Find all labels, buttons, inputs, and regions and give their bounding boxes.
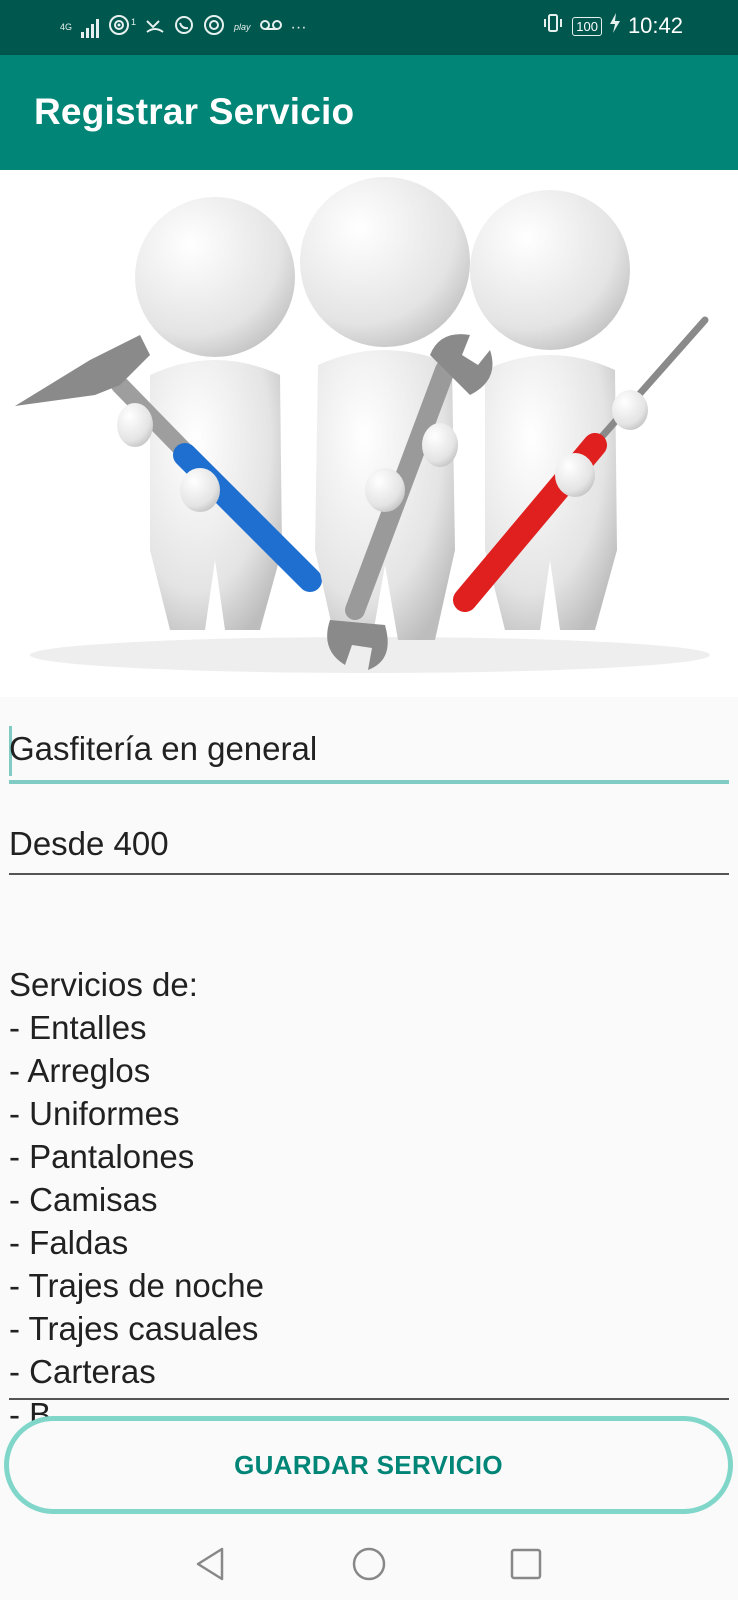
price-value: Desde 400: [9, 825, 169, 862]
service-name-input[interactable]: Gasfitería en general: [9, 730, 729, 768]
voicemail-icon: [259, 18, 282, 37]
recents-icon[interactable]: [506, 1544, 546, 1584]
page-title: Registrar Servicio: [34, 91, 355, 132]
status-left: 4G 1 play ···: [60, 14, 307, 41]
service-illustration: [0, 170, 738, 697]
description-value: Servicios de: - Entalles - Arreglos - Un…: [9, 966, 264, 1433]
system-nav-bar: [0, 1530, 738, 1600]
missed-call-icon: [145, 15, 165, 40]
notification-count: 1: [131, 17, 137, 27]
status-bar: 4G 1 play ··· 100 10:42: [0, 0, 738, 55]
clock: 10:42: [627, 13, 683, 38]
save-service-button[interactable]: GUARDAR SERVICIO: [4, 1416, 733, 1514]
signal-icon: [81, 18, 100, 38]
whatsapp-icon: [174, 15, 194, 40]
price-underline: [9, 873, 729, 875]
save-service-label: GUARDAR SERVICIO: [234, 1449, 503, 1480]
vibrate-icon: [542, 12, 564, 40]
service-name-underline-focused: [9, 780, 729, 784]
hotspot-icon: [108, 14, 130, 41]
play-icon: play: [234, 22, 251, 32]
workers-with-tools-icon: [15, 177, 710, 673]
network-type-label: 4G: [60, 22, 73, 32]
description-underline: [9, 1398, 729, 1400]
status-right: 100 10:42: [542, 12, 683, 40]
more-notifications-icon: ···: [290, 18, 307, 36]
service-name-value: Gasfitería en general: [9, 730, 318, 767]
price-input[interactable]: Desde 400: [9, 825, 729, 863]
charging-icon: [609, 13, 620, 39]
back-icon[interactable]: [192, 1544, 232, 1584]
description-input[interactable]: Servicios de: - Entalles - Arreglos - Un…: [9, 920, 729, 1479]
hotspot-icon-2: [203, 14, 225, 41]
app-bar: Registrar Servicio: [0, 55, 738, 170]
home-icon[interactable]: [349, 1544, 389, 1584]
battery-icon: 100: [572, 16, 602, 36]
